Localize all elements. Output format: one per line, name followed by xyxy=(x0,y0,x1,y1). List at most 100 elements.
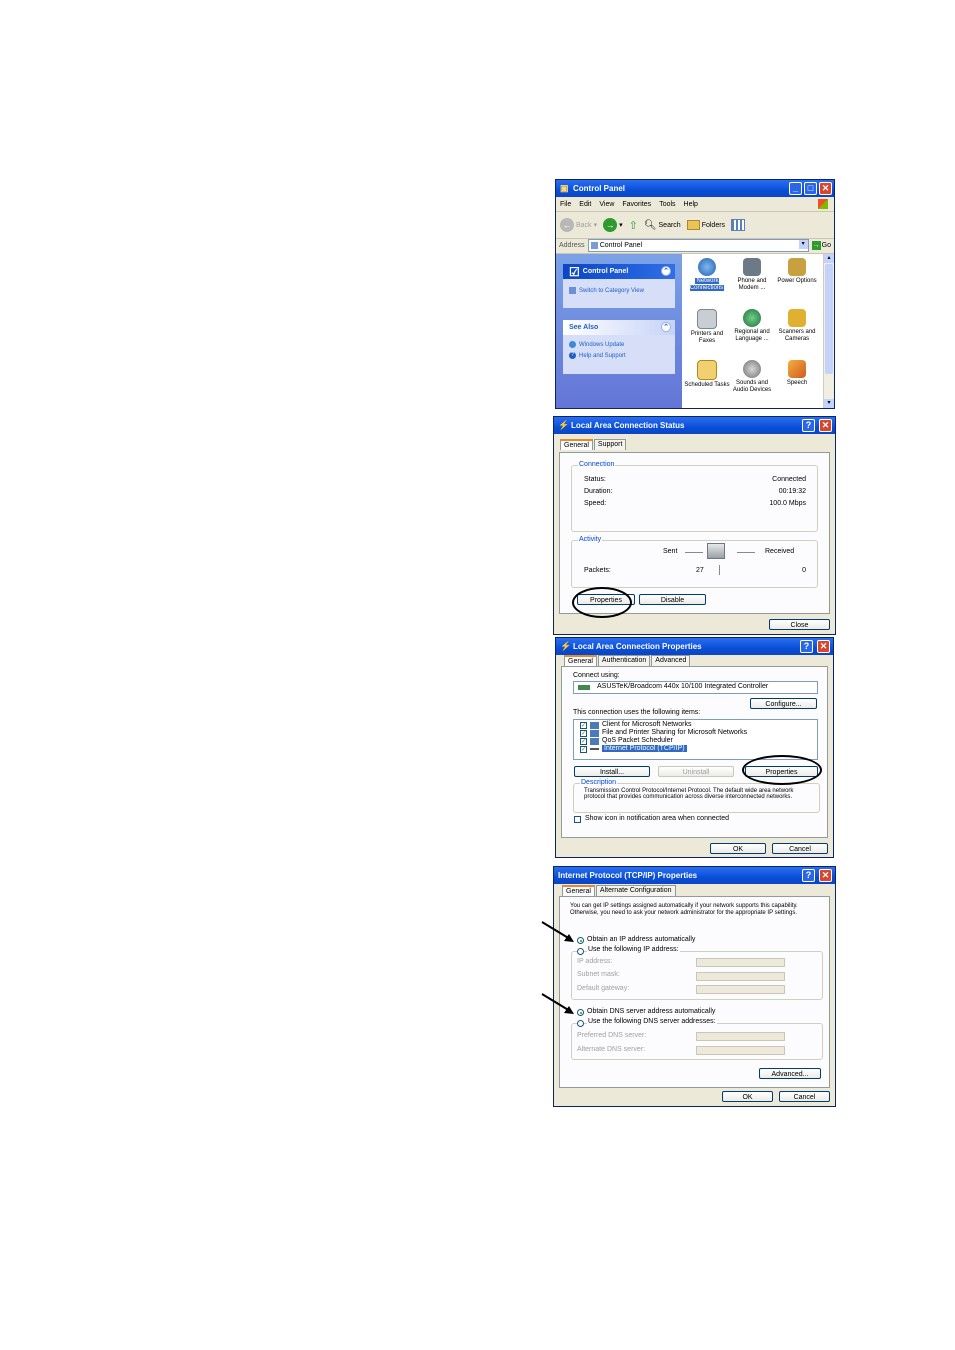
speed-label: Speed: xyxy=(584,500,607,507)
menu-favorites[interactable]: Favorites xyxy=(622,201,651,208)
network-connections-item[interactable]: Network Connections xyxy=(684,258,730,292)
help-button[interactable]: ? xyxy=(802,869,815,882)
tab-strip: General Alternate Configuration xyxy=(562,885,677,896)
help-button[interactable]: ? xyxy=(802,419,815,432)
configure-button[interactable]: Configure... xyxy=(750,698,817,709)
obtain-ip-auto-radio[interactable] xyxy=(577,937,584,944)
see-also-header[interactable]: See Also ⌃ xyxy=(563,320,675,335)
static-ip-group: Use the following IP address: IP address… xyxy=(571,946,823,1000)
menu-tools[interactable]: Tools xyxy=(659,201,675,208)
tab-general[interactable]: General xyxy=(564,655,597,666)
regional-language-item[interactable]: Regional and Language ... xyxy=(729,309,775,343)
activity-group: Activity Sent Received Packets: 27 0 xyxy=(571,536,818,588)
obtain-dns-auto-radio[interactable] xyxy=(577,1009,584,1016)
icon-view: Network Connections Phone and Modem ... … xyxy=(682,254,824,408)
close-x-button[interactable]: ✕ xyxy=(819,869,832,882)
speaker-icon xyxy=(743,360,761,378)
intro-text: You can get IP settings assigned automat… xyxy=(570,903,798,916)
show-icon-checkbox[interactable] xyxy=(574,816,581,823)
adapter-name: ASUSTeK/Broadcom 440x 10/100 Integrated … xyxy=(597,683,769,690)
dialog-title: Internet Protocol (TCP/IP) Properties xyxy=(558,871,698,880)
dropdown-arrow-icon[interactable]: ▾ xyxy=(798,240,808,249)
disable-button[interactable]: Disable xyxy=(639,594,706,605)
scanners-cameras-item[interactable]: Scanners and Cameras xyxy=(774,309,820,343)
preferred-dns-label: Preferred DNS server: xyxy=(577,1032,647,1039)
globe-icon xyxy=(743,309,761,327)
tab-alternate-configuration[interactable]: Alternate Configuration xyxy=(595,885,676,896)
cancel-button[interactable]: Cancel xyxy=(772,843,828,854)
collapse-chevron-icon[interactable]: ⌃ xyxy=(661,322,671,332)
scroll-thumb[interactable] xyxy=(825,264,833,374)
connection-group: Connection Status: Connected Duration: 0… xyxy=(571,461,818,532)
checkbox[interactable]: ✓ xyxy=(580,746,587,753)
minimize-button[interactable]: _ xyxy=(789,182,802,195)
tab-advanced[interactable]: Advanced xyxy=(651,655,691,666)
tab-authentication[interactable]: Authentication xyxy=(597,655,651,666)
cancel-button[interactable]: Cancel xyxy=(779,1091,830,1102)
go-button[interactable]: → Go xyxy=(811,241,834,250)
collapse-chevron-icon[interactable]: ⌃ xyxy=(661,266,671,276)
address-input[interactable]: Control Panel ▾ xyxy=(587,239,809,252)
advanced-button[interactable]: Advanced... xyxy=(759,1068,821,1079)
packets-label: Packets: xyxy=(584,567,611,574)
qos-icon xyxy=(590,738,599,745)
switch-category-view-link[interactable]: Switch to Category View xyxy=(563,279,675,297)
packets-divider xyxy=(719,565,720,575)
default-gateway-label: Default gateway: xyxy=(577,985,630,992)
back-button[interactable]: ← Back ▾ xyxy=(560,218,597,232)
arrow-pointer-icon xyxy=(541,993,574,1014)
task-pane: ☑ Control Panel ⌃ Switch to Category Vie… xyxy=(556,254,682,408)
windows-update-link[interactable]: Windows Update xyxy=(563,335,675,351)
static-dns-group: Use the following DNS server addresses: … xyxy=(571,1018,823,1060)
sent-line xyxy=(685,552,703,553)
speech-item[interactable]: Speech xyxy=(774,360,820,387)
forward-button[interactable]: → ▾ xyxy=(603,218,623,232)
dialog-title: Local Area Connection Status xyxy=(571,421,685,430)
help-support-link[interactable]: ? Help and Support xyxy=(563,351,675,362)
phone-modem-item[interactable]: Phone and Modem ... xyxy=(729,258,775,292)
close-button[interactable]: Close xyxy=(769,619,830,630)
install-button[interactable]: Install... xyxy=(574,766,650,777)
checkbox[interactable]: ✓ xyxy=(580,722,587,729)
close-x-button[interactable]: ✕ xyxy=(819,419,832,432)
menu-file[interactable]: File xyxy=(560,201,571,208)
close-x-button[interactable]: ✕ xyxy=(817,640,830,653)
power-options-item[interactable]: Power Options xyxy=(774,258,820,285)
tab-support[interactable]: Support xyxy=(593,439,627,450)
up-folder-icon[interactable]: ⇧ xyxy=(629,219,638,232)
preferred-dns-field xyxy=(696,1032,785,1041)
checkbox[interactable]: ✓ xyxy=(580,738,587,745)
use-following-ip-radio[interactable] xyxy=(577,948,584,955)
highlight-oval xyxy=(742,755,822,785)
highlight-oval xyxy=(572,587,632,618)
ok-button[interactable]: OK xyxy=(710,843,766,854)
properties-titlebar[interactable]: ⚡ Local Area Connection Properties xyxy=(556,638,833,655)
use-following-dns-radio[interactable] xyxy=(577,1020,584,1027)
sounds-audio-item[interactable]: Sounds and Audio Devices xyxy=(729,360,775,394)
maximize-button[interactable]: □ xyxy=(804,182,817,195)
help-button[interactable]: ? xyxy=(800,640,813,653)
search-button[interactable]: 🔍︎ Search xyxy=(644,220,681,231)
ok-button[interactable]: OK xyxy=(722,1091,773,1102)
description-group: Description Transmission Control Protoco… xyxy=(573,779,820,813)
scheduled-tasks-item[interactable]: Scheduled Tasks xyxy=(684,360,730,389)
checkbox[interactable]: ✓ xyxy=(580,730,587,737)
client-icon xyxy=(590,722,599,729)
printers-faxes-item[interactable]: Printers and Faxes xyxy=(684,309,730,345)
status-titlebar[interactable]: ⚡ Local Area Connection Status xyxy=(554,417,835,434)
close-button[interactable]: ✕ xyxy=(819,182,832,195)
tab-general[interactable]: General xyxy=(560,439,593,450)
menu-view[interactable]: View xyxy=(599,201,614,208)
scroll-up-arrow-icon[interactable]: ▴ xyxy=(824,254,834,263)
task-box-header[interactable]: ☑ Control Panel ⌃ xyxy=(563,264,675,279)
tab-general[interactable]: General xyxy=(562,885,595,896)
default-gateway-field xyxy=(696,985,785,994)
folders-button[interactable]: Folders xyxy=(686,220,725,230)
menu-help[interactable]: Help xyxy=(684,201,698,208)
scroll-down-arrow-icon[interactable]: ▾ xyxy=(824,399,834,408)
tcpip-titlebar[interactable]: Internet Protocol (TCP/IP) Properties xyxy=(554,867,835,884)
vertical-scrollbar[interactable]: ▴ ▾ xyxy=(823,254,834,408)
components-list[interactable]: ✓ Client for Microsoft Networks ✓ File and… xyxy=(573,719,818,760)
menu-edit[interactable]: Edit xyxy=(579,201,591,208)
views-icon[interactable] xyxy=(731,219,746,231)
